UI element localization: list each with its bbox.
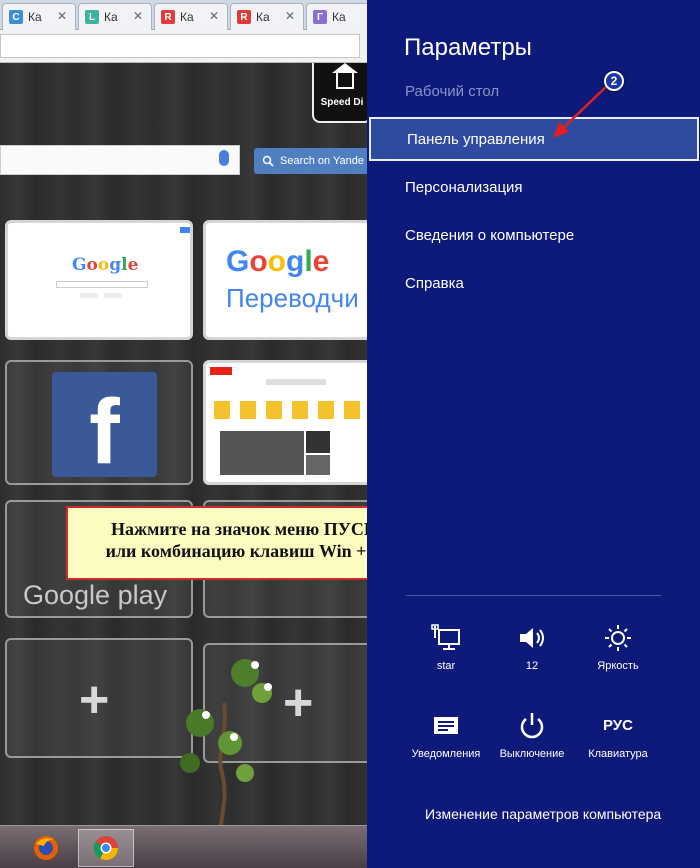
c-icon: C xyxy=(9,10,23,24)
tab-strip: C Ка ✕ L Ка ✕ R Ка ✕ R Ка ✕ Γ Ка xyxy=(0,0,367,30)
google-logo: Google xyxy=(72,255,139,275)
r-icon: Γ xyxy=(313,10,327,24)
google-play-label: Google play xyxy=(23,580,168,610)
url-input[interactable] xyxy=(0,34,360,58)
tab-label: Ка xyxy=(180,10,194,24)
search-button[interactable]: Search on Yande xyxy=(254,148,367,174)
menu-item-desktop[interactable]: Рабочий стол xyxy=(369,69,699,113)
menu-item-personalization[interactable]: Персонализация xyxy=(369,165,699,209)
keyboard-tile[interactable]: РУС Клавиатура xyxy=(575,712,661,778)
brightness-icon xyxy=(605,625,631,651)
callout-line-2: или комбинацию клавиш Win + I. xyxy=(105,541,367,561)
video-thumbnail-small xyxy=(306,431,330,453)
keyboard-icon: РУС xyxy=(603,717,633,734)
brightness-label: Яркость xyxy=(597,660,639,672)
network-label: star xyxy=(436,660,456,672)
step-badge: 2 xyxy=(604,71,624,91)
browser-tab[interactable]: Γ Ка xyxy=(306,3,367,30)
l-icon: L xyxy=(85,10,99,24)
speed-dial-page: Speed Di Search on Yande Google Google П… xyxy=(0,63,367,868)
power-icon xyxy=(520,713,544,739)
settings-charm-panel: Параметры Рабочий стол Панель управления… xyxy=(367,0,700,868)
google-logo: Google xyxy=(226,245,330,278)
notifications-label: Уведомления xyxy=(411,748,481,760)
keyboard-label: Клавиатура xyxy=(588,748,648,760)
menu-item-pc-info[interactable]: Сведения о компьютере xyxy=(369,213,699,257)
facebook-icon: f xyxy=(52,372,157,483)
home-icon-body xyxy=(336,71,354,89)
tile-facebook[interactable]: f xyxy=(5,360,193,485)
brightness-tile[interactable]: Яркость xyxy=(575,624,661,690)
notifications-tile[interactable]: Уведомления xyxy=(403,712,489,778)
browser-tab[interactable]: L Ка ✕ xyxy=(78,3,152,30)
firefox-taskbar-button[interactable] xyxy=(18,829,74,867)
tab-label: Ка xyxy=(256,10,270,24)
volume-label: 12 xyxy=(525,660,539,672)
menu-item-help[interactable]: Справка xyxy=(369,261,699,305)
search-button-label: Search on Yande xyxy=(280,155,364,167)
mini-button xyxy=(104,293,122,298)
chrome-taskbar-button[interactable] xyxy=(78,829,134,867)
mini-button xyxy=(80,293,98,298)
browser-tab[interactable]: R Ка ✕ xyxy=(154,3,228,30)
plus-icon: + xyxy=(79,671,110,729)
power-tile[interactable]: Выключение xyxy=(489,712,575,778)
divider xyxy=(406,595,661,596)
close-icon[interactable]: ✕ xyxy=(209,9,219,23)
close-icon[interactable]: ✕ xyxy=(133,9,143,23)
volume-icon xyxy=(520,628,544,648)
close-icon[interactable]: ✕ xyxy=(285,9,295,23)
mini-signin xyxy=(180,227,190,233)
change-pc-settings-link[interactable]: Изменение параметров компьютера xyxy=(425,806,661,822)
browser-tab[interactable]: R Ка ✕ xyxy=(230,3,304,30)
video-thumbnail xyxy=(220,431,304,475)
speed-dial-logo[interactable]: Speed Di xyxy=(312,63,367,123)
tile-google[interactable]: Google xyxy=(5,220,193,340)
r-icon: R xyxy=(237,10,251,24)
power-label: Выключение xyxy=(499,748,565,760)
tab-label: Ка xyxy=(332,10,346,24)
notifications-icon xyxy=(434,717,458,734)
youtube-logo xyxy=(210,367,232,375)
speed-dial-label: Speed Di xyxy=(320,97,364,108)
panel-title: Параметры xyxy=(404,34,532,61)
volume-tile[interactable]: 12 xyxy=(489,624,575,690)
thumb-title xyxy=(266,379,326,385)
video-thumbnail-small xyxy=(306,455,330,475)
callout-line-1: Нажмите на значок меню ПУСК xyxy=(111,519,367,539)
chrome-icon xyxy=(93,836,118,861)
search-input[interactable] xyxy=(0,145,240,175)
tab-label: Ка xyxy=(104,10,118,24)
menu-item-control-panel[interactable]: Панель управления xyxy=(369,117,699,161)
close-icon[interactable]: ✕ xyxy=(57,9,67,23)
instruction-callout: Нажмите на значок меню ПУСК или комбинац… xyxy=(66,506,367,580)
mini-search-box xyxy=(56,281,148,288)
tab-label: Ка xyxy=(28,10,42,24)
translate-label: Переводчи xyxy=(226,283,359,313)
search-icon xyxy=(262,155,274,167)
browser-tab[interactable]: C Ка ✕ xyxy=(2,3,76,30)
microphone-icon[interactable] xyxy=(219,150,229,166)
network-icon xyxy=(431,624,460,650)
browser-window: C Ка ✕ L Ка ✕ R Ка ✕ R Ка ✕ Γ Ка Speed D… xyxy=(0,0,367,868)
taskbar xyxy=(0,825,367,868)
network-tile[interactable]: star xyxy=(403,624,489,690)
tile-youtube[interactable] xyxy=(203,360,367,485)
emoji-row xyxy=(214,401,364,419)
tile-google-translate[interactable]: Google Переводчи xyxy=(203,220,367,340)
firefox-icon xyxy=(34,836,58,860)
address-bar xyxy=(0,30,367,63)
r-icon: R xyxy=(161,10,175,24)
